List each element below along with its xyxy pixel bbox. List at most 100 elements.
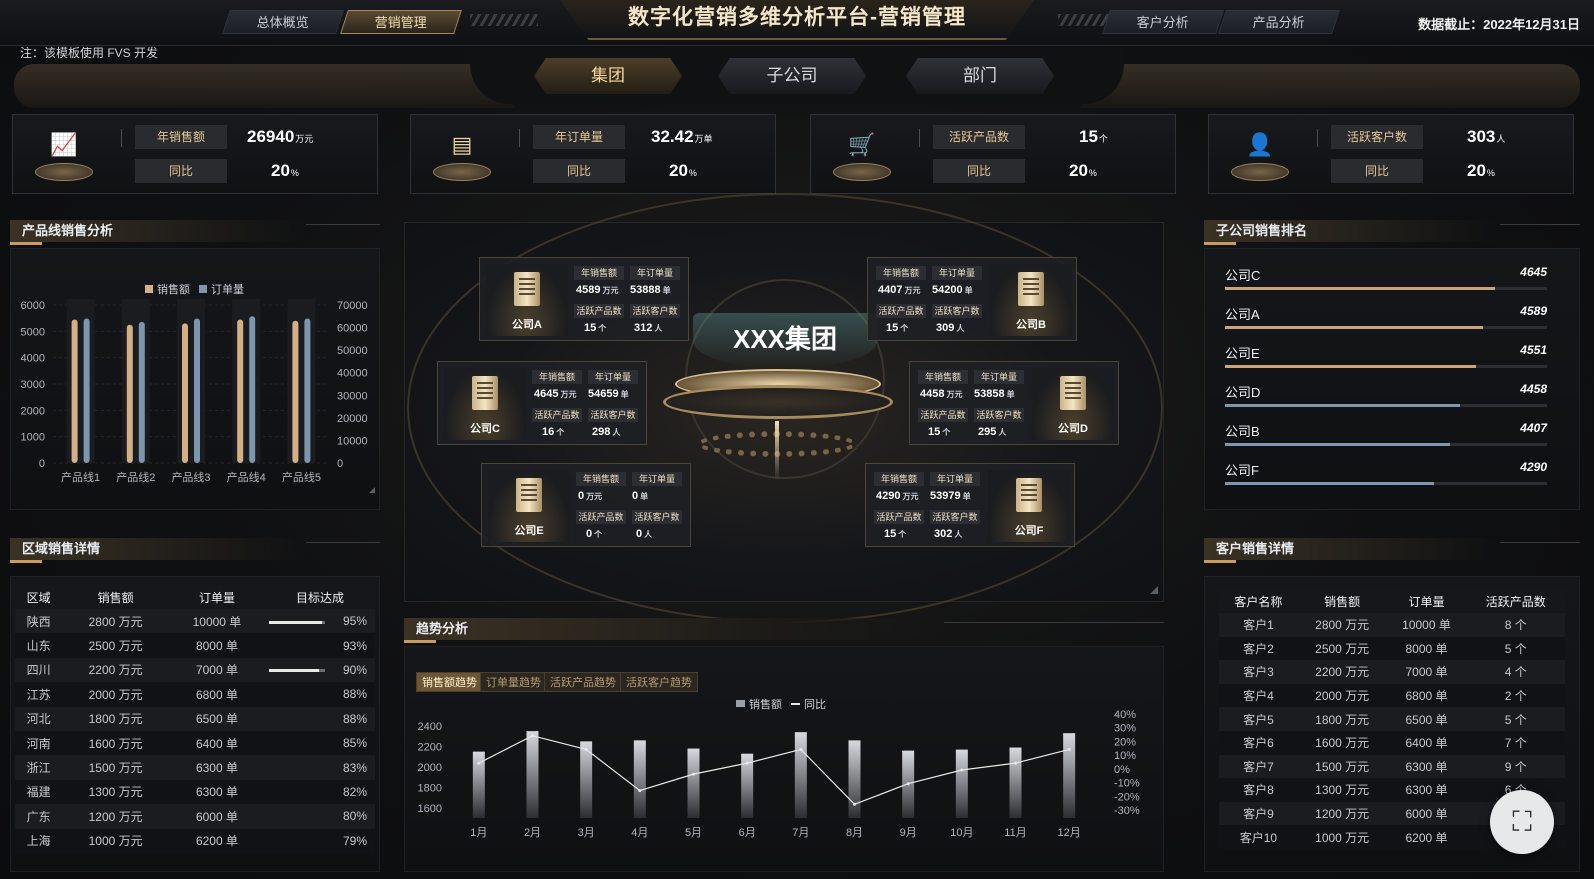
company-card[interactable]: 公司A 年销售额 年订单量 活跃产品数 活跃客户数 4589 万元 53888 单 15 个 312 人 bbox=[479, 257, 689, 341]
building-icon: 公司F bbox=[988, 470, 1070, 542]
table-row[interactable]: 山东 2500 万元 8000 单 93% bbox=[15, 633, 375, 658]
trend-tab-sales[interactable]: 销售额趋势 bbox=[416, 672, 483, 692]
table-row[interactable]: 客户4 2000 万元 6800 单2 个 bbox=[1219, 683, 1565, 708]
legend-label-orders: 订单量 bbox=[211, 283, 244, 296]
fullscreen-icon[interactable]: ⛶ bbox=[1490, 790, 1554, 854]
nav-tab-marketing[interactable]: 营销管理 bbox=[340, 10, 462, 34]
table-row[interactable]: 陕西 2800 万元 10000 单 95% bbox=[15, 609, 375, 634]
point-yoy bbox=[477, 761, 481, 765]
company-card[interactable]: 公司B 年销售额 年订单量 活跃产品数 活跃客户数 4407 万元 54200 单 15 个 309 人 bbox=[867, 257, 1077, 341]
legend-swatch-sales bbox=[736, 700, 745, 707]
table-row[interactable]: 客户2 2500 万元 8000 单5 个 bbox=[1219, 636, 1565, 661]
company-metric-value: 15 个 bbox=[886, 320, 908, 336]
table-row[interactable]: 客户5 1800 万元 6500 单5 个 bbox=[1219, 707, 1565, 731]
subtab-department[interactable]: 部门 bbox=[906, 58, 1054, 94]
trend-tab-customers[interactable]: 活跃客户趋势 bbox=[620, 672, 698, 692]
table-row[interactable]: 江苏 2000 万元 6800 单 88% bbox=[15, 682, 375, 707]
x-tick-label: 11月 bbox=[1004, 827, 1026, 839]
y-tick-label: 2000 bbox=[21, 405, 45, 417]
ranking-row[interactable]: 公司B 4407 bbox=[1225, 421, 1547, 459]
company-metric-label: 活跃产品数 bbox=[876, 304, 926, 318]
trend-tab-products[interactable]: 活跃产品趋势 bbox=[544, 672, 622, 692]
kpi-yoy-number: 20 bbox=[271, 161, 290, 180]
metric-unit: 万元 bbox=[902, 492, 919, 501]
ranking-bar bbox=[1225, 443, 1451, 446]
company-card[interactable]: 公司E 年销售额 年订单量 活跃产品数 活跃客户数 0 万元 0 单 0 个 0 人 bbox=[481, 463, 691, 547]
column-header: 销售额 bbox=[1297, 589, 1387, 613]
beam bbox=[775, 421, 779, 481]
ranking-row[interactable]: 公司C 4645 bbox=[1225, 265, 1547, 303]
subtab-subsidiary[interactable]: 子公司 bbox=[718, 58, 866, 94]
template-note: 注：该模板使用 FVS 开发 bbox=[20, 46, 159, 60]
table-row[interactable]: 广东 1200 万元 6000 单 80% bbox=[15, 804, 375, 829]
point-yoy bbox=[1014, 761, 1017, 765]
subtab-group[interactable]: 集团 bbox=[534, 58, 682, 94]
cart-icon: 🛒 bbox=[833, 123, 891, 185]
table-row[interactable]: 客户7 1500 万元 6300 单9 个 bbox=[1219, 754, 1565, 779]
table-cell: 广东 bbox=[15, 804, 63, 829]
region-table-panel: 区域 销售额 订单量 目标达成 陕西 2800 万元 10000 单 95% 山东 250… bbox=[10, 576, 380, 872]
company-card[interactable]: 公司C 年销售额 年订单量 活跃产品数 活跃客户数 4645 万元 54659 单 16 个 298 人 bbox=[437, 361, 647, 445]
metric-unit: 单 bbox=[662, 286, 671, 295]
table-row[interactable]: 河南 1600 万元 6400 单 85% bbox=[15, 730, 375, 756]
kpi-yoy-number: 20 bbox=[1069, 161, 1088, 180]
metric-number: 0 bbox=[578, 490, 585, 502]
ranking-track bbox=[1225, 287, 1547, 290]
x-tick-label: 8月 bbox=[846, 827, 863, 839]
panel-divider bbox=[1500, 542, 1580, 543]
x-tick-label: 产品线4 bbox=[227, 470, 266, 484]
table-row[interactable]: 上海 1000 万元 6200 单 79% bbox=[15, 828, 375, 853]
table-row[interactable]: 浙江 1500 万元 6300 单 83% bbox=[15, 755, 375, 780]
x-tick-label: 产品线1 bbox=[61, 470, 100, 484]
company-metric-value: 312 人 bbox=[634, 320, 662, 336]
kpi-value: 15个 bbox=[1079, 127, 1108, 147]
trend-tab-orders[interactable]: 订单量趋势 bbox=[480, 672, 547, 692]
table-cell: 1000 万元 bbox=[1297, 825, 1387, 849]
ranking-value: 4458 bbox=[1520, 382, 1547, 396]
region-panel-title: 区域销售详情 bbox=[10, 538, 306, 563]
nav-tab-customer[interactable]: 客户分析 bbox=[1102, 10, 1224, 34]
metric-number: 4589 bbox=[576, 284, 601, 296]
table-row[interactable]: 客户3 2200 万元 7000 单4 个 bbox=[1219, 660, 1565, 684]
building-shape bbox=[472, 376, 498, 410]
kpi-value-number: 303 bbox=[1467, 127, 1496, 146]
company-card[interactable]: 公司F 年销售额 年订单量 活跃产品数 活跃客户数 4290 万元 53979 单 15 个 302 人 bbox=[865, 463, 1075, 547]
bar-background bbox=[177, 299, 205, 463]
kpi-divider bbox=[121, 129, 122, 147]
product-line-chart: 销售额 订单量0100020003000400050006000010000200… bbox=[21, 282, 375, 493]
table-row[interactable]: 福建 1300 万元 6300 单 82% bbox=[15, 779, 375, 805]
table-cell: 6500 单 bbox=[1386, 707, 1467, 731]
nav-tab-overview[interactable]: 总体概览 bbox=[222, 10, 344, 34]
table-row[interactable]: 客户6 1600 万元 6400 单7 个 bbox=[1219, 730, 1565, 755]
ranking-row[interactable]: 公司A 4589 bbox=[1225, 304, 1547, 342]
achievement-cell: 93% bbox=[265, 633, 375, 658]
metric-number: 309 bbox=[936, 322, 955, 334]
ranking-row[interactable]: 公司E 4551 bbox=[1225, 343, 1547, 381]
metric-number: 4407 bbox=[878, 284, 903, 296]
achievement-bar bbox=[268, 669, 325, 673]
kpi-yoy-label: 同比 bbox=[533, 159, 625, 183]
nav-tab-product[interactable]: 产品分析 bbox=[1218, 10, 1340, 34]
bar-sales bbox=[955, 749, 968, 818]
achievement-cell: 79% bbox=[265, 828, 375, 853]
metric-number: 15 bbox=[928, 426, 941, 438]
ranking-row[interactable]: 公司F 4290 bbox=[1225, 460, 1547, 498]
kpi-yoy-unit: % bbox=[1088, 168, 1097, 178]
panel-divider bbox=[1500, 224, 1580, 225]
resize-handle[interactable] bbox=[1150, 586, 1158, 594]
kpi-yoy-number: 20 bbox=[669, 161, 688, 180]
table-row[interactable]: 河北 1800 万元 6500 单 88% bbox=[15, 706, 375, 731]
table-row[interactable]: 四川 2200 万元 7000 单 90% bbox=[15, 657, 375, 683]
company-metric-label: 年销售额 bbox=[532, 370, 582, 384]
company-metric-label: 活跃客户数 bbox=[974, 408, 1024, 422]
table-cell: 6800 单 bbox=[1386, 683, 1467, 708]
company-name: 公司F bbox=[1014, 525, 1044, 537]
group-overview-panel: XXX集团 公司A 年销售额 年订单量 活跃产品数 活跃客户数 4589 万元 53888 单 1… bbox=[404, 193, 1164, 623]
kpi-value: 303人 bbox=[1467, 127, 1505, 147]
metric-number: 15 bbox=[886, 322, 899, 334]
ranking-row[interactable]: 公司D 4458 bbox=[1225, 382, 1547, 420]
company-card[interactable]: 公司D 年销售额 年订单量 活跃产品数 活跃客户数 4458 万元 53858 单 15 个 295 人 bbox=[909, 361, 1119, 445]
achievement-bar-fill bbox=[268, 669, 320, 673]
table-row[interactable]: 客户1 2800 万元 10000 单8 个 bbox=[1219, 613, 1565, 637]
table-cell: 6300 单 bbox=[168, 755, 265, 780]
